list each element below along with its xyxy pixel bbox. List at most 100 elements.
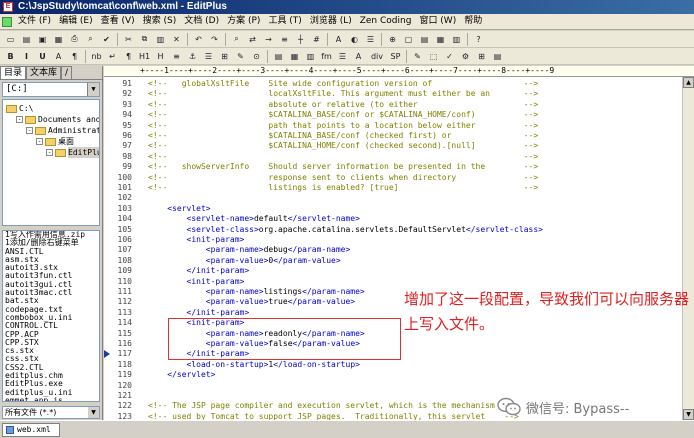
tab-cliptext[interactable]: 文本库	[26, 66, 62, 79]
code-line[interactable]: 102	[104, 193, 682, 203]
tree-item[interactable]: - Administrator	[26, 125, 99, 136]
code-line[interactable]: 99 <!-- showServerInfo Should server info…	[104, 162, 682, 172]
code-line[interactable]: 104 <servlet-name>default</servlet-name>	[104, 214, 682, 224]
paste-icon[interactable]: ▥	[153, 32, 168, 46]
html-toolbar-button[interactable]: U	[35, 49, 50, 63]
redo-icon[interactable]: ↷	[207, 32, 222, 46]
html-toolbar-button[interactable]: nb	[89, 49, 104, 63]
toggle-icon[interactable]: ☰	[363, 32, 378, 46]
html-toolbar-button[interactable]: ⊙	[249, 49, 264, 63]
save-all-icon[interactable]: ▦	[51, 32, 66, 46]
html-toolbar-button[interactable]: ✓	[442, 49, 457, 63]
code-line[interactable]: 108 <param-value>0</param-value>	[104, 256, 682, 266]
code-line[interactable]: 109 </init-param>	[104, 266, 682, 276]
menu-item-7[interactable]: 浏览器 (L)	[306, 14, 356, 29]
font-icon[interactable]: A	[331, 32, 346, 46]
tree-item[interactable]: - EditPlu	[46, 147, 99, 158]
file-filter-select[interactable]: 所有文件 (*.*) ▼	[2, 406, 100, 419]
code-line[interactable]: 92 <!-- localXsltFile. This argument must…	[104, 89, 682, 99]
tree-item[interactable]: C:\	[6, 103, 33, 114]
code-line[interactable]: 96 <!-- $CATALINA_BASE/conf (checked firs…	[104, 131, 682, 141]
menu-item-5[interactable]: 方案 (P)	[223, 14, 264, 29]
html-toolbar-button[interactable]: I	[19, 49, 34, 63]
replace-icon[interactable]: ⇄	[245, 32, 260, 46]
menu-item-2[interactable]: 查看 (V)	[97, 14, 139, 29]
code-line[interactable]: 103 <servlet>	[104, 204, 682, 214]
file-list-item[interactable]: emmet_app.js	[3, 396, 99, 401]
folder-tree[interactable]: C:\-Documents and Se-Administrator-桌面-Ed…	[2, 99, 100, 226]
html-toolbar-button[interactable]: H	[153, 49, 168, 63]
spell-icon[interactable]: ✔	[99, 32, 114, 46]
menu-item-10[interactable]: 帮助	[460, 14, 486, 29]
code-line[interactable]: 105 <servlet-class>org.apache.catalina.s…	[104, 225, 682, 235]
html-toolbar-button[interactable]: ⊞	[474, 49, 489, 63]
window-icon[interactable]: ▦	[433, 32, 448, 46]
menu-item-9[interactable]: 窗口 (W)	[415, 14, 460, 29]
menu-item-0[interactable]: 文件 (F)	[14, 14, 55, 29]
html-toolbar-button[interactable]: ▥	[303, 49, 318, 63]
delete-icon[interactable]: ✕	[169, 32, 184, 46]
html-toolbar-button[interactable]: H1	[137, 49, 152, 63]
html-toolbar-button[interactable]: ¶	[121, 49, 136, 63]
code-line[interactable]: 98 <!-- -->	[104, 152, 682, 162]
code-line[interactable]: 93 <!-- absolute or relative (to either -…	[104, 100, 682, 110]
tile-icon[interactable]: ▥	[449, 32, 464, 46]
cliptext-icon[interactable]: ▤	[417, 32, 432, 46]
code-line[interactable]: 119 </servlet>	[104, 370, 682, 380]
html-toolbar-button[interactable]: ☰	[201, 49, 216, 63]
html-toolbar-button[interactable]: div	[367, 49, 387, 63]
word-wrap-icon[interactable]: ≡	[277, 32, 292, 46]
new-file-icon[interactable]: ▭	[3, 32, 18, 46]
dir-icon[interactable]: ▢	[401, 32, 416, 46]
code-line[interactable]: 118 <load-on-startup>1</load-on-startup>	[104, 360, 682, 370]
vertical-scrollbar[interactable]: ▲ ▼	[682, 77, 694, 420]
print-preview-icon[interactable]: ⌕	[83, 32, 98, 46]
html-toolbar-button[interactable]: ☰	[335, 49, 350, 63]
copy-icon[interactable]: ⧉	[137, 32, 152, 46]
html-toolbar-button[interactable]: ¶	[67, 49, 82, 63]
code-line[interactable]: 110 <init-param>	[104, 277, 682, 287]
html-toolbar-button[interactable]: ⚓	[185, 49, 200, 63]
html-toolbar-button[interactable]: fm	[319, 49, 334, 63]
expand-toggle-icon[interactable]: -	[46, 149, 53, 156]
expand-toggle-icon[interactable]: -	[16, 116, 23, 123]
menu-item-8[interactable]: Zen Coding	[356, 14, 416, 29]
document-menu-icon[interactable]	[2, 16, 12, 27]
html-toolbar-button[interactable]: B	[3, 49, 18, 63]
tree-item[interactable]: - Documents and Se	[16, 114, 99, 125]
menu-item-3[interactable]: 搜索 (S)	[139, 14, 181, 29]
html-toolbar-button[interactable]: ✎	[410, 49, 425, 63]
scroll-down-arrow-icon[interactable]: ▼	[683, 409, 694, 420]
document-tab[interactable]: web.xml	[2, 422, 60, 437]
scroll-up-arrow-icon[interactable]: ▲	[683, 77, 694, 88]
tab-more[interactable]: /	[61, 66, 73, 79]
code-line[interactable]: 100 <!-- response sent to clients when di…	[104, 173, 682, 183]
menu-item-6[interactable]: 工具 (T)	[264, 14, 305, 29]
goto-icon[interactable]: →	[261, 32, 276, 46]
html-toolbar-button[interactable]: ✎	[233, 49, 248, 63]
code-line[interactable]: 91 <!-- globalXsltFile Site wide configur…	[104, 79, 682, 89]
html-toolbar-button[interactable]: ⊞	[217, 49, 232, 63]
html-toolbar-button[interactable]: ▤	[490, 49, 505, 63]
cut-icon[interactable]: ✂	[121, 32, 136, 46]
ruler-icon[interactable]: ┼	[293, 32, 308, 46]
html-toolbar-button[interactable]: ⚙	[458, 49, 473, 63]
html-toolbar-button[interactable]: ↵	[105, 49, 120, 63]
html-toolbar-button[interactable]: A	[51, 49, 66, 63]
expand-toggle-icon[interactable]: -	[26, 127, 33, 134]
html-toolbar-button[interactable]: ▤	[271, 49, 286, 63]
code-line[interactable]: 106 <init-param>	[104, 235, 682, 245]
code-line[interactable]: 94 <!-- $CATALINA_BASE/conf or $CATALINA_…	[104, 110, 682, 120]
menu-item-1[interactable]: 编辑 (E)	[55, 14, 97, 29]
html-toolbar-button[interactable]: ≡	[169, 49, 184, 63]
html-toolbar-button[interactable]: ▦	[287, 49, 302, 63]
code-line[interactable]: 101 <!-- listings is enabled? [true] -->	[104, 183, 682, 193]
html-toolbar-button[interactable]: ⬚	[426, 49, 441, 63]
browser-icon[interactable]: ⊕	[385, 32, 400, 46]
help-icon[interactable]: ?	[471, 32, 486, 46]
code-editor[interactable]: 91 <!-- globalXsltFile Site wide configur…	[104, 77, 682, 420]
html-toolbar-button[interactable]: A	[351, 49, 366, 63]
file-list[interactable]: 1写入作需用信息.zip 1添加/删除右键菜单 ANSI.CTL asm.stx aut…	[2, 230, 100, 402]
html-toolbar-button[interactable]: SP	[388, 49, 403, 63]
code-line[interactable]: 120	[104, 381, 682, 391]
